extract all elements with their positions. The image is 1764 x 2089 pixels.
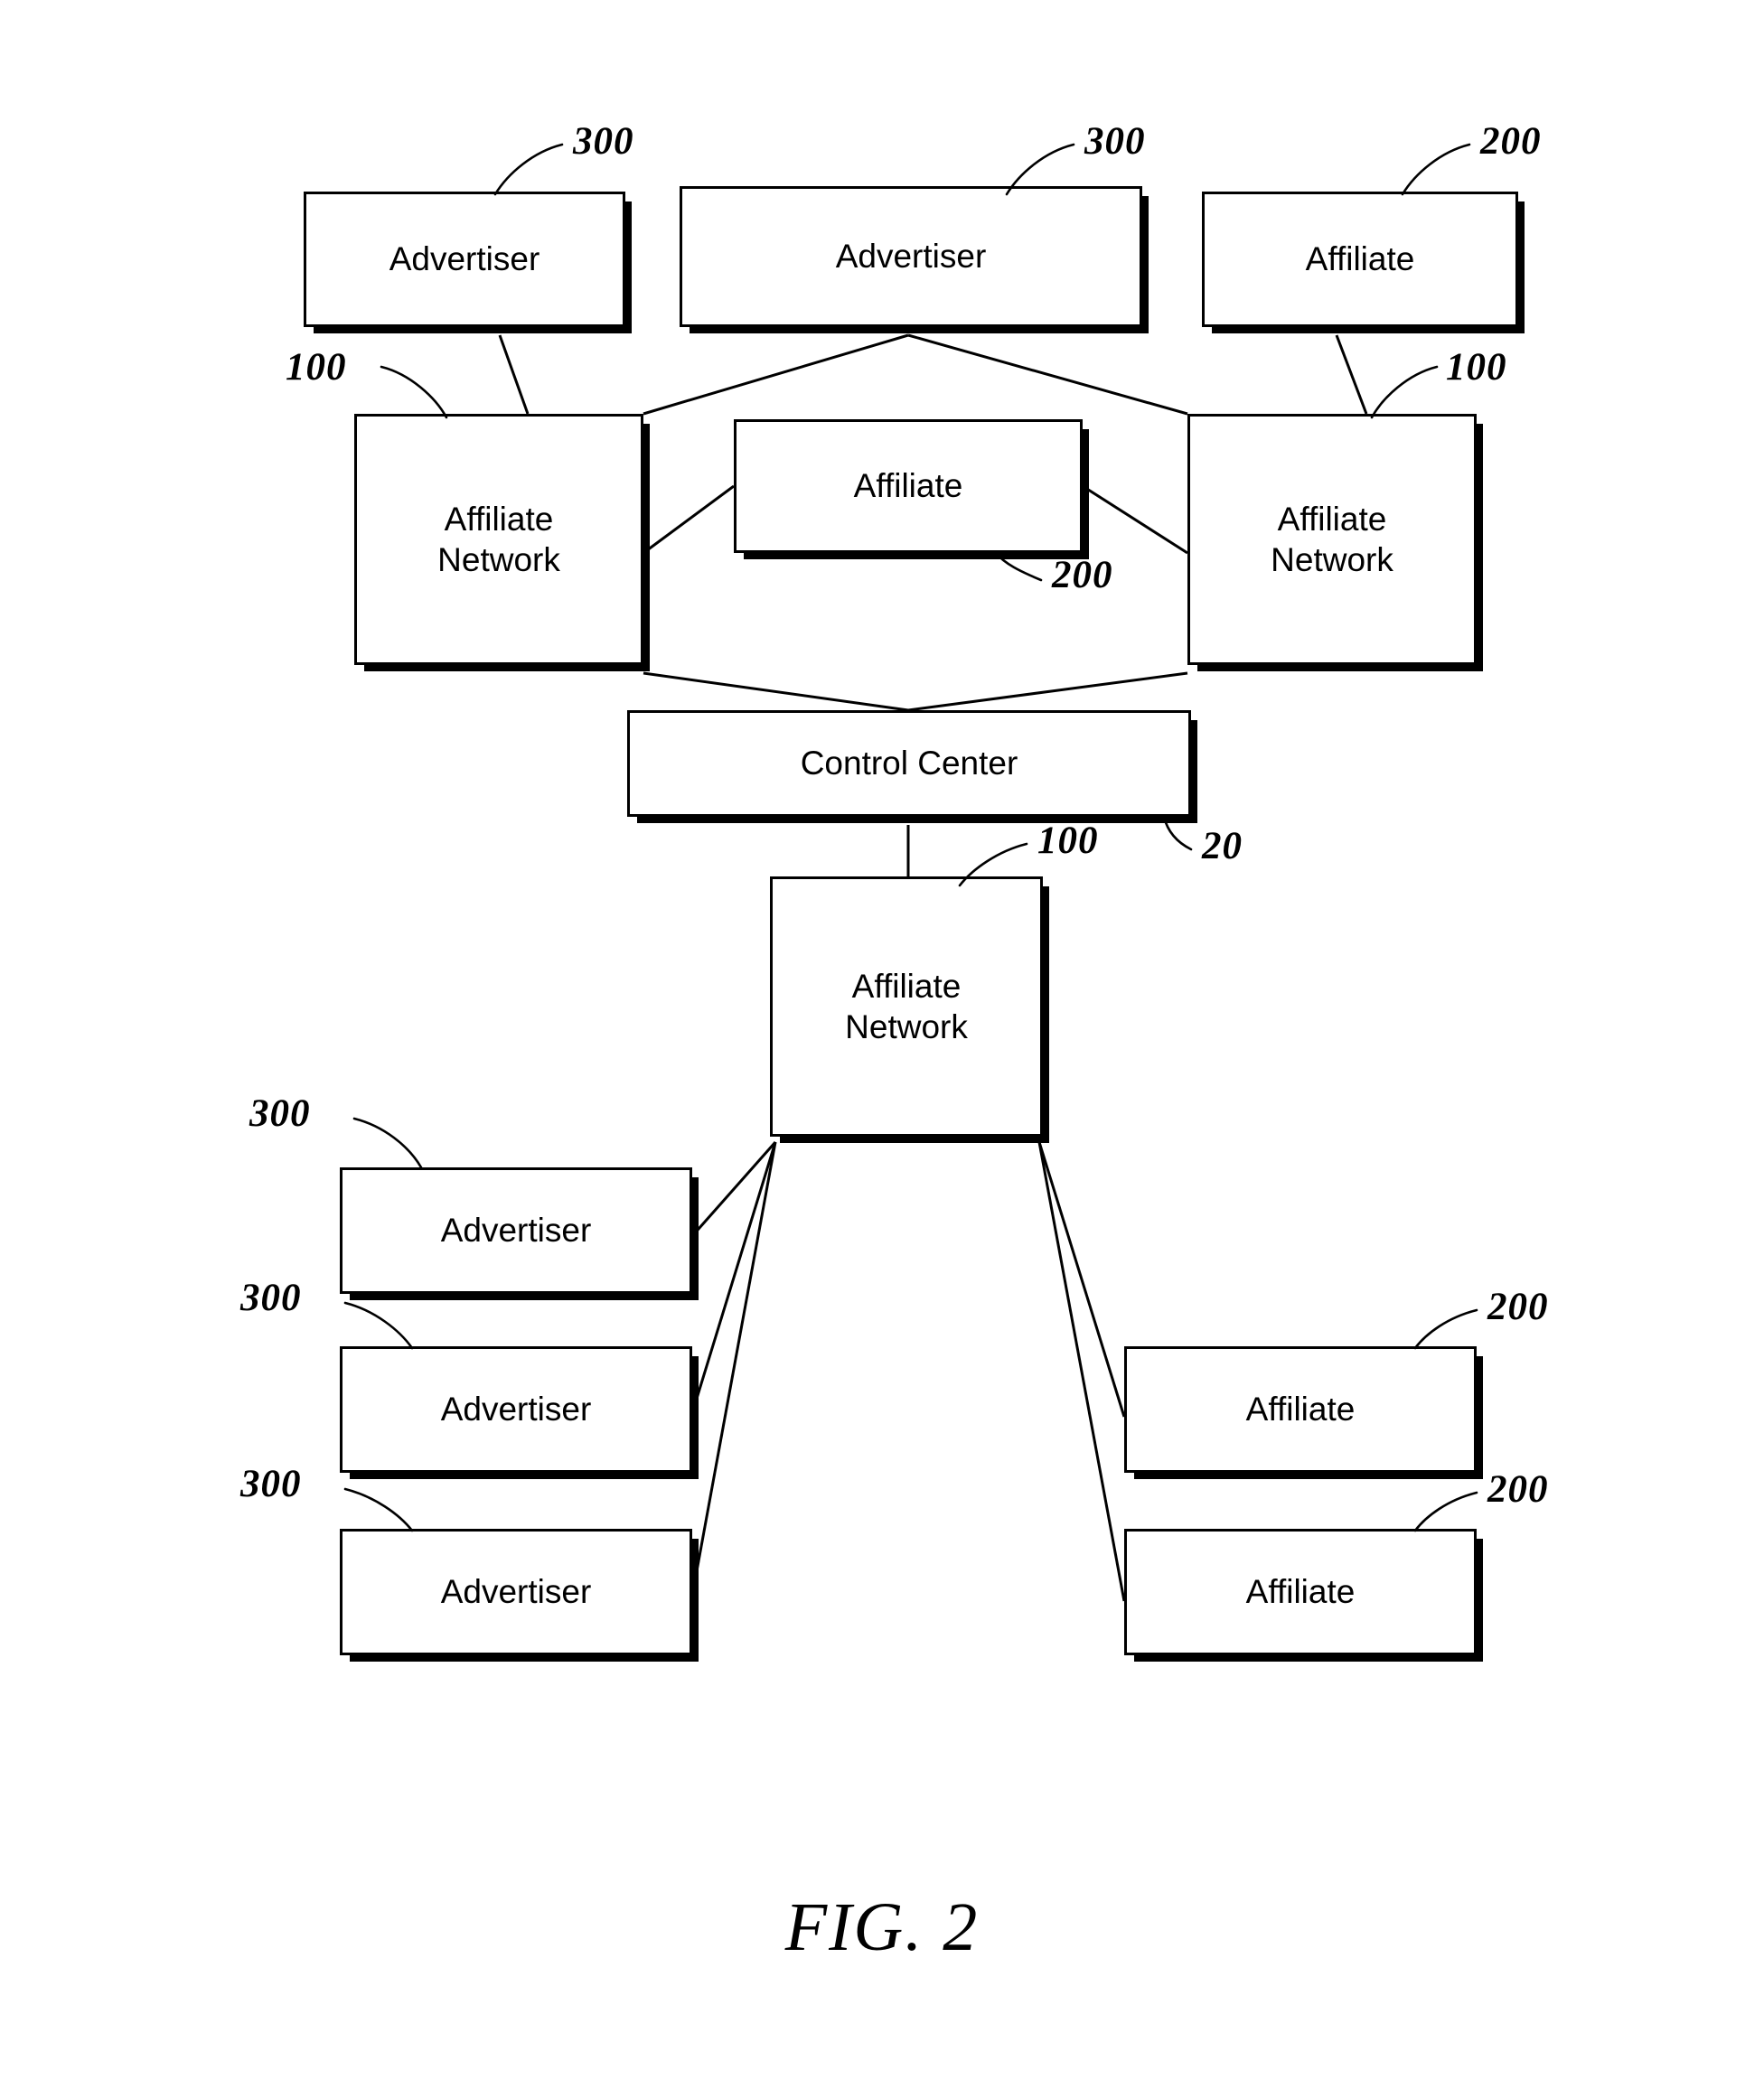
leader-line-ref-300-b — [1005, 143, 1075, 196]
reference-numeral-ref-100-a: 100 — [286, 346, 347, 389]
leader-line-ref-100-a — [380, 365, 448, 419]
reference-numeral-ref-300-e: 300 — [240, 1463, 302, 1505]
leader-line-ref-100-c — [958, 842, 1028, 887]
reference-numeral-ref-100-c: 100 — [1037, 820, 1099, 862]
leader-line-ref-200-d — [1413, 1491, 1478, 1532]
leader-line-ref-20 — [1162, 815, 1193, 851]
leader-line-ref-300-c — [352, 1117, 423, 1169]
figure-canvas: Advertiser Advertiser Affiliate Affiliate N… — [0, 0, 1764, 2089]
reference-numeral-ref-300-c: 300 — [249, 1092, 311, 1135]
reference-numeral-ref-100-b: 100 — [1446, 346, 1507, 389]
leader-line-ref-200-c — [1413, 1308, 1478, 1350]
leader-line-ref-200-b — [994, 551, 1043, 582]
reference-numeral-ref-200-a: 200 — [1480, 120, 1542, 163]
leader-line-ref-300-a — [493, 143, 564, 196]
leader-line-ref-300-e — [343, 1487, 414, 1532]
reference-numeral-ref-300-d: 300 — [240, 1277, 302, 1319]
reference-numeral-ref-200-d: 200 — [1487, 1468, 1549, 1511]
reference-numeral-ref-20: 20 — [1202, 825, 1243, 867]
leader-line-ref-200-a — [1401, 143, 1471, 196]
figure-caption: FIG. 2 — [784, 1889, 980, 1965]
reference-numeral-ref-200-c: 200 — [1487, 1286, 1549, 1328]
leader-lines — [343, 143, 1478, 1532]
reference-numeral-ref-200-b: 200 — [1052, 554, 1113, 596]
reference-numeral-ref-300-b: 300 — [1084, 120, 1146, 163]
reference-numeral-ref-300-a: 300 — [573, 120, 634, 163]
leader-line-ref-100-b — [1370, 365, 1439, 419]
leader-line-ref-300-d — [343, 1301, 414, 1350]
